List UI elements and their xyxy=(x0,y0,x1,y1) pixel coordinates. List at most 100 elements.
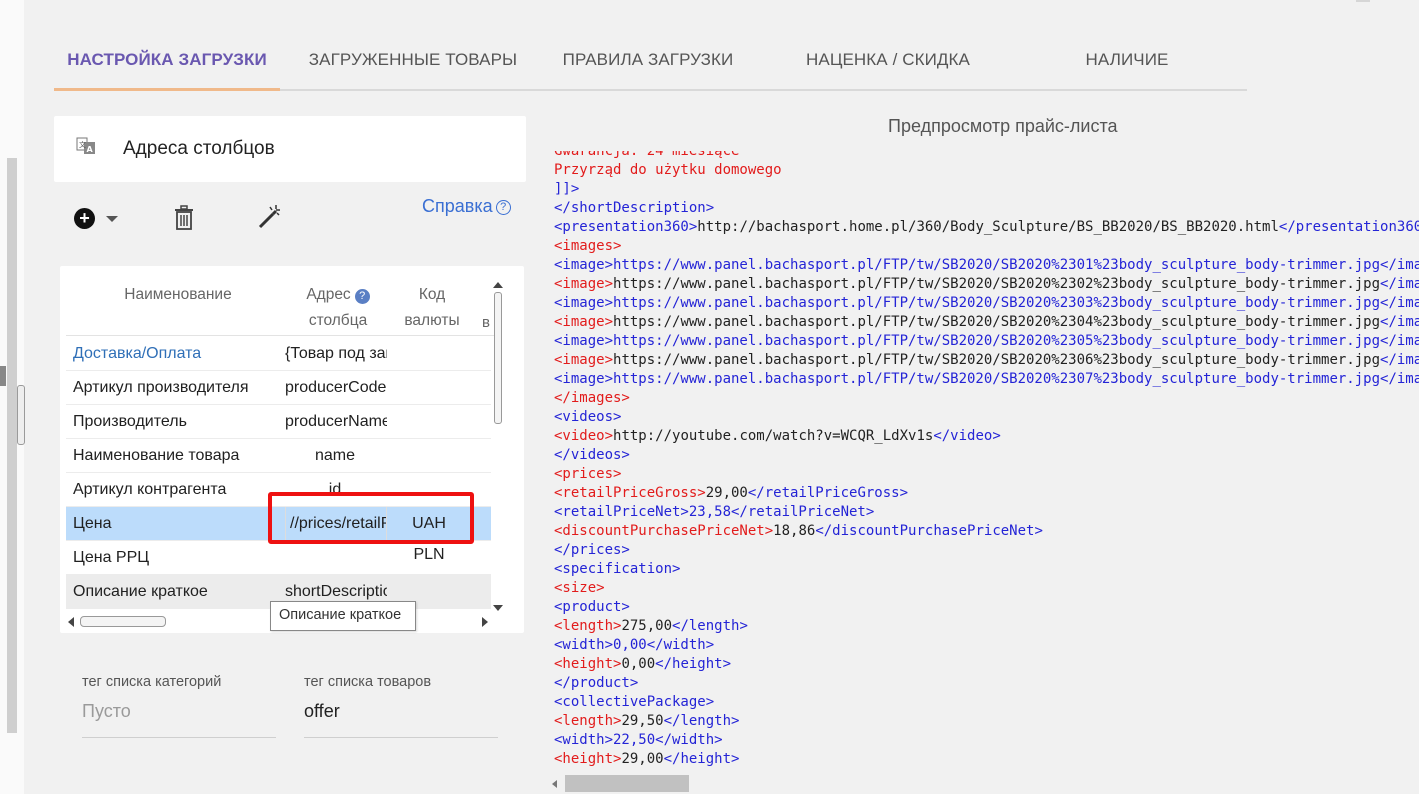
code-line: <product> xyxy=(554,598,1419,617)
table-row[interactable]: Артикул производителя producerCode xyxy=(66,371,491,405)
code-segment: <height> xyxy=(554,751,622,767)
product-tag-field[interactable]: тег списка товаров offer xyxy=(304,674,498,748)
category-tag-input[interactable]: Пусто xyxy=(82,701,131,722)
row-address[interactable]: producerName xyxy=(285,413,387,431)
code-segment: <image>https://www.panel.bachasport.pl/F… xyxy=(554,371,1419,387)
grid-vertical-scroll-thumb[interactable] xyxy=(494,292,502,424)
grid-horizontal-scroll-thumb[interactable] xyxy=(80,616,166,627)
row-address[interactable]: producerCode xyxy=(285,379,387,397)
code-segment: https://www.panel.bachasport.pl/FTP/tw/S… xyxy=(613,276,1381,292)
code-line: </prices> xyxy=(554,541,1419,560)
code-segment: <width>22,50</width> xyxy=(554,732,723,748)
row-name: Цена РРЦ xyxy=(73,549,150,566)
code-segment: </product> xyxy=(554,675,639,691)
code-segment: <presentation360> xyxy=(554,219,698,235)
row-address[interactable]: name xyxy=(285,447,385,465)
code-segment: http://youtube.com/watch?v=WCQR_LdXv1s xyxy=(613,428,934,444)
magic-wand-icon[interactable] xyxy=(256,204,282,230)
header-address-line1: Адрес xyxy=(306,286,351,303)
code-segment: </image> xyxy=(1380,276,1419,292)
question-circle-icon: ? xyxy=(495,200,511,215)
row-name: Цена xyxy=(73,515,112,532)
scroll-down-icon[interactable] xyxy=(493,605,503,611)
row-address[interactable]: shortDescriptio xyxy=(285,583,387,601)
preview-horizontal-scrollbar[interactable] xyxy=(548,775,1419,794)
code-segment: 275,00 xyxy=(621,618,673,634)
header-currency: Код валюты xyxy=(392,282,472,334)
tab-bar: НАСТРОЙКА ЗАГРУЗКИ ЗАГРУЖЕННЫЕ ТОВАРЫ ПР… xyxy=(54,36,1247,91)
code-segment: 0,00 xyxy=(621,656,656,672)
add-dropdown-button[interactable]: + xyxy=(74,207,122,231)
header-currency-line1: Код xyxy=(418,286,446,303)
trash-icon[interactable] xyxy=(173,205,195,231)
preview-horizontal-scroll-thumb[interactable] xyxy=(565,775,689,792)
category-tag-underline xyxy=(82,737,276,738)
tab-markup-discount[interactable]: НАЦЕНКА / СКИДКА xyxy=(789,36,987,89)
scroll-left-icon[interactable] xyxy=(552,780,557,788)
translate-icon: 文 A xyxy=(76,137,95,154)
code-segment: <prices> xyxy=(554,466,622,482)
row-currency[interactable]: PLN xyxy=(386,546,472,564)
code-segment: </videos> xyxy=(554,447,630,463)
category-tag-label: тег списка категорий xyxy=(82,674,222,690)
code-segment: <video> xyxy=(554,428,614,444)
grid-vertical-scrollbar[interactable] xyxy=(492,282,503,611)
price-list-preview[interactable]: Gwarancja: 24 miesiące Przyrząd do użytku… xyxy=(554,151,1419,775)
code-segment: <width>0,00</width> xyxy=(554,637,715,653)
code-line: <retailPriceNet>23,58</retailPriceNet> xyxy=(554,503,1419,522)
scroll-left-icon[interactable] xyxy=(68,617,74,627)
column-mapping-grid: Наименование Адрес? столбца Код валюты в… xyxy=(60,266,524,633)
code-line: <image>https://www.panel.bachasport.pl/F… xyxy=(554,275,1419,294)
code-segment: <height> xyxy=(554,656,622,672)
row-address[interactable]: {Товар под зак xyxy=(285,345,387,363)
table-row[interactable]: Наименование товара name xyxy=(66,439,491,473)
column-addresses-header: 文 A Адреса столбцов xyxy=(54,116,526,182)
left-scrollbar[interactable] xyxy=(7,158,17,733)
question-icon[interactable]: ? xyxy=(354,289,370,304)
chevron-down-icon xyxy=(106,216,118,222)
code-line: <image>https://www.panel.bachasport.pl/F… xyxy=(554,294,1419,313)
row-name[interactable]: Доставка/Оплата xyxy=(73,345,201,363)
app-window: НАСТРОЙКА ЗАГРУЗКИ ЗАГРУЖЕННЫЕ ТОВАРЫ ПР… xyxy=(0,0,1419,794)
highlight-annotation-box xyxy=(268,492,474,544)
help-link[interactable]: Справка? xyxy=(422,196,511,217)
scroll-up-icon[interactable] xyxy=(493,282,503,288)
code-segment: </retailPriceGross> xyxy=(747,485,909,501)
plus-circle-icon: + xyxy=(74,208,95,229)
code-segment: 29,50 xyxy=(621,713,664,729)
code-segment: </image> xyxy=(1380,352,1419,368)
code-line: <prices> xyxy=(554,465,1419,484)
tab-upload-rules[interactable]: ПРАВИЛА ЗАГРУЗКИ xyxy=(548,36,748,89)
code-segment: <image> xyxy=(554,352,614,368)
tab-availability[interactable]: НАЛИЧИЕ xyxy=(1062,36,1192,89)
code-line: <height>29,00</height> xyxy=(554,750,1419,769)
code-line: <image>https://www.panel.bachasport.pl/F… xyxy=(554,351,1419,370)
table-row[interactable]: Доставка/Оплата {Товар под зак xyxy=(66,337,491,371)
code-line: <presentation360>http://bachasport.home.… xyxy=(554,218,1419,237)
left-scrollbar-thumb[interactable] xyxy=(17,385,25,445)
table-row[interactable]: Производитель producerName xyxy=(66,405,491,439)
product-tag-label: тег списка товаров xyxy=(304,674,432,690)
code-segment: Przyrząd do użytku domowego xyxy=(554,162,782,178)
code-line: </videos> xyxy=(554,446,1419,465)
grid-header: Наименование Адрес? столбца Код валюты xyxy=(66,266,496,336)
code-segment: ]]> xyxy=(554,181,580,197)
header-name: Наименование xyxy=(124,286,232,303)
code-segment: <length> xyxy=(554,618,622,634)
scroll-right-icon[interactable] xyxy=(482,617,488,627)
code-line: ]]> xyxy=(554,180,1419,199)
tab-uploaded-products[interactable]: ЗАГРУЖЕННЫЕ ТОВАРЫ xyxy=(294,36,532,89)
product-tag-input[interactable]: offer xyxy=(304,701,340,722)
row-name: Артикул производителя xyxy=(73,379,249,396)
code-segment: </shortDescription> xyxy=(554,200,715,216)
row-name: Производитель xyxy=(73,413,187,430)
code-segment: </height> xyxy=(663,751,740,767)
left-edge-marker xyxy=(0,366,6,386)
table-row[interactable]: Цена РРЦ PLN xyxy=(66,541,491,575)
code-line: <collectivePackage> xyxy=(554,693,1419,712)
tab-upload-settings[interactable]: НАСТРОЙКА ЗАГРУЗКИ xyxy=(54,36,280,89)
code-segment: <retailPriceNet>23,58</retailPriceNet> xyxy=(554,504,875,520)
code-line: <image>https://www.panel.bachasport.pl/F… xyxy=(554,370,1419,389)
category-tag-field[interactable]: тег списка категорий Пусто xyxy=(82,674,276,748)
code-line: <width>22,50</width> xyxy=(554,731,1419,750)
